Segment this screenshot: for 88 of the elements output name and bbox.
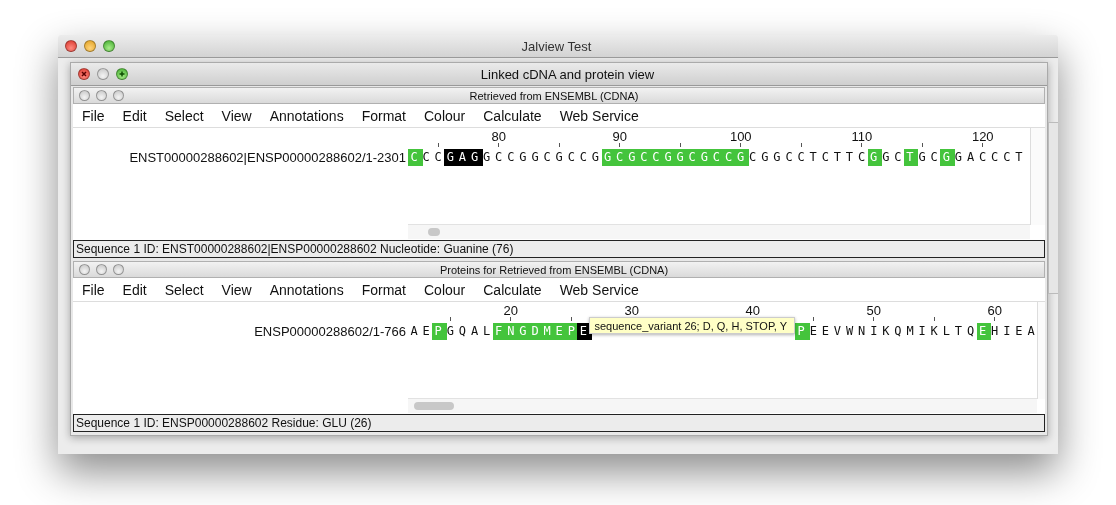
zoom-button[interactable] (103, 40, 115, 52)
ruler-label: 30 (624, 303, 640, 318)
menu-item[interactable]: File (73, 281, 114, 298)
zoom-button[interactable] (116, 68, 128, 80)
window-title: Jalview Test (520, 38, 593, 54)
menu-item[interactable]: View (212, 107, 261, 124)
menu-item[interactable]: Format (352, 281, 415, 298)
plus-icon (117, 69, 127, 79)
vertical-scrollbar[interactable] (1037, 302, 1045, 399)
selected-residues: E (577, 322, 592, 340)
highlighted-residues: G (940, 148, 955, 166)
menu-item[interactable]: Select (155, 281, 213, 298)
horizontal-scrollbar[interactable] (408, 224, 1030, 239)
menu-item[interactable]: Web Service (550, 107, 648, 124)
highlighted-residues: FNGDMEP (492, 322, 580, 340)
ruler-label: 40 (745, 303, 761, 318)
selected-residues: GAG (444, 148, 483, 166)
residues: EEVWNIKQMIKLTQ (808, 322, 979, 340)
ruler-tick (800, 143, 802, 147)
ruler-tick (740, 143, 742, 147)
highlighted-residues: P (795, 322, 810, 340)
highlighted-residues: E (976, 322, 992, 340)
menu-item[interactable]: Calculate (474, 281, 551, 298)
highlighted-residues: G (867, 148, 883, 166)
ruler-tick (982, 143, 984, 147)
minimize-button[interactable] (84, 40, 96, 52)
residues: GCCGGCGCCG (482, 148, 604, 166)
residues: GC (917, 148, 943, 166)
menu-item[interactable]: File (73, 107, 114, 124)
sequence-id[interactable]: ENST00000288602|ENSP00000288602/1-2301 (73, 149, 408, 165)
ruler-tick (679, 143, 681, 147)
panel-title: Retrieved from ENSEMBL (CDNA) (468, 89, 640, 102)
menu-item[interactable]: Annotations (260, 107, 353, 124)
minimize-button[interactable] (97, 68, 109, 80)
residues: GACCCT (953, 148, 1028, 166)
status-bar: Sequence 1 ID: ENSP00000288602 Residue: GLU (26) (73, 414, 1045, 432)
ruler-label: 50 (866, 303, 882, 318)
highlighted-residues: GCGCCGGCGCCG (601, 148, 750, 166)
frame-title: Linked cDNA and protein view (479, 66, 656, 82)
sequence-id[interactable]: ENSP00000288602/1-766 (73, 323, 408, 339)
highlighted-residues: T (903, 148, 919, 166)
menu-item[interactable]: Calculate (474, 107, 551, 124)
ruler-tick (994, 317, 996, 321)
residues: AE (409, 322, 435, 340)
residues: CC (421, 148, 447, 166)
ruler-tick (873, 317, 875, 321)
ruler-label: 80 (491, 129, 506, 144)
menu-item[interactable]: Edit (113, 107, 156, 124)
highlighted-residues: P (432, 322, 447, 340)
ruler-tick (570, 317, 572, 321)
ruler-tick (498, 143, 500, 147)
menu-item[interactable]: Select (155, 107, 213, 124)
panel-title: Proteins for Retrieved from ENSEMBL (CDNA) (438, 263, 670, 276)
close-button[interactable] (78, 68, 90, 80)
ruler-tick (449, 317, 451, 321)
ruler-tick (558, 143, 560, 147)
menu-item[interactable]: Web Service (550, 281, 648, 298)
ruler-tick (933, 317, 935, 321)
scroll-thumb[interactable] (414, 402, 454, 410)
close-icon (79, 69, 89, 79)
ruler-tick (510, 317, 512, 321)
ruler-label: 100 (729, 129, 752, 144)
status-bar: Sequence 1 ID: ENST00000288602|ENSP00000288602 Nucleotide: Guanine (76) (73, 240, 1045, 258)
scroll-thumb[interactable] (428, 228, 440, 236)
minimize-button[interactable] (96, 90, 107, 101)
close-button[interactable] (65, 40, 77, 52)
ruler-tick (619, 143, 621, 147)
vertical-scrollbar[interactable] (1030, 128, 1045, 225)
menu-item[interactable]: View (212, 281, 261, 298)
menu-item[interactable]: Format (352, 107, 415, 124)
menu-item[interactable]: Annotations (260, 281, 353, 298)
ruler-tick (812, 317, 814, 321)
highlighted-residues: C (408, 148, 423, 166)
menu-item[interactable]: Colour (415, 107, 475, 124)
ruler-label: 20 (503, 303, 519, 318)
tooltip: sequence_variant 26; D, Q, H, STOP, Y (589, 316, 796, 334)
ruler-tick (921, 143, 923, 147)
minimize-button[interactable] (96, 264, 107, 275)
ruler-label: 60 (987, 303, 1003, 318)
ruler-label: 120 (971, 129, 994, 144)
residues: HIEA (990, 322, 1040, 340)
horizontal-scrollbar[interactable] (408, 398, 1038, 413)
ruler-label: 90 (612, 129, 627, 144)
menu-item[interactable]: Colour (415, 281, 475, 298)
ruler-label: 110 (851, 129, 873, 144)
ruler-tick (861, 143, 863, 147)
menu-item[interactable]: Edit (113, 281, 156, 298)
ruler-tick (437, 143, 439, 147)
